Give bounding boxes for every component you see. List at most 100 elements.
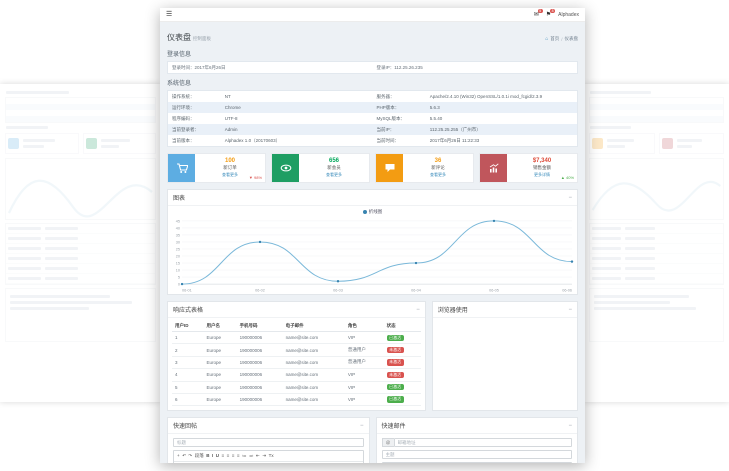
view-more-link[interactable]: 查看更多 [222, 172, 238, 178]
table-cell: 4 [172, 369, 203, 381]
rich-text-editor: +↶↷段落BIU≡≡≡≡≔≕⇤⇥Tx 0 WORDS [382, 462, 573, 463]
stat-label: 新会员 [327, 165, 341, 171]
login-info-bar: 登录时间：2017年6月26日 登录IP：112.25.26.235 [167, 61, 578, 74]
numbered-list-button[interactable]: ≕ [249, 453, 254, 458]
view-more-link[interactable]: 查看更多 [430, 172, 446, 178]
notifications-badge: 8 [550, 9, 555, 14]
breadcrumb: ⌂ 首页 / 仪表盘 [545, 36, 578, 42]
redo-button[interactable]: ↷ [188, 453, 192, 458]
browser-panel-body [433, 318, 577, 404]
quick-post-title: 快速回帖 [173, 421, 197, 430]
chart-panel-title: 图表 [173, 193, 185, 202]
undo-button[interactable]: ↶ [182, 453, 186, 458]
svg-text:06-01: 06-01 [182, 289, 192, 293]
table-cell: 1 [172, 332, 203, 344]
home-icon: ⌂ [545, 36, 548, 42]
stat-card-orders: 100 新订单 查看更多 ▼ 98% [167, 153, 266, 183]
table-row: 5Europe190000006name@site.comVIP已激活 [172, 381, 421, 393]
stat-value: 100 [225, 158, 235, 164]
chart-panel: 图表 − 折线图 05101520253035404506-0106-0206-… [167, 189, 578, 295]
subject-input[interactable] [382, 450, 573, 459]
notifications-icon[interactable]: ⚑8 [546, 12, 551, 18]
italic-button[interactable]: I [212, 453, 213, 458]
outdent-button[interactable]: ⇤ [256, 453, 260, 458]
email-address-input[interactable] [394, 438, 573, 447]
sidebar-toggle-icon[interactable]: ☰ [166, 11, 172, 18]
table-cell: name@site.com [283, 344, 345, 356]
indent-button[interactable]: ⇥ [262, 453, 266, 458]
data-point [337, 280, 339, 282]
comment-icon [376, 154, 403, 182]
table-row: 4Europe190000006name@site.comVIP未激活 [172, 369, 421, 381]
breadcrumb-home[interactable]: 首页 [550, 36, 559, 42]
collapse-button[interactable]: − [568, 423, 572, 429]
svg-text:06-06: 06-06 [562, 289, 572, 293]
table-cell: VIP [345, 369, 384, 381]
legend-dot [363, 210, 367, 214]
bullet-list-button[interactable]: ≔ [242, 453, 247, 458]
login-info-heading: 登录信息 [167, 49, 578, 58]
table-cell: 6 [172, 393, 203, 405]
table-row: 3Europe190000006name@site.com普通用户未激活 [172, 356, 421, 368]
status-badge: 已激活 [387, 335, 404, 341]
chart-legend: 折线图 [168, 206, 577, 216]
stat-value: 656 [329, 158, 339, 164]
quick-post-panel: 快速回帖 − +↶↷段落BIU≡≡≡≡≔≕⇤⇥Tx 0 WORDS 发送 [167, 417, 370, 463]
table-cell: 普通用户 [345, 356, 384, 368]
underline-button[interactable]: U [216, 453, 219, 458]
svg-text:5: 5 [178, 275, 180, 279]
svg-text:06-05: 06-05 [489, 289, 499, 293]
align-left-button[interactable]: ≡ [221, 453, 224, 458]
table-cell: 190000006 [237, 369, 283, 381]
system-info-heading: 系统信息 [167, 78, 578, 87]
align-justify-button[interactable]: ≡ [237, 453, 240, 458]
members-table-head-row: 用户ID用户名手机号码电子邮件角色状态 [172, 320, 421, 332]
stat-delta: ▲ 40% [561, 175, 574, 180]
messages-icon[interactable]: ✉5 [534, 12, 539, 18]
table-cell: name@site.com [283, 393, 345, 405]
stat-label: 新评论 [431, 165, 445, 171]
username[interactable]: Alphadex [558, 12, 579, 18]
editor-content-area[interactable] [174, 462, 363, 463]
format-select[interactable]: 段落 [195, 453, 204, 458]
members-table-body: 1Europe190000006name@site.comVIP已激活2Euro… [172, 332, 421, 406]
column-header: 用户名 [203, 320, 236, 332]
clear-format-button[interactable]: Tx [269, 453, 274, 458]
bold-button[interactable]: B [206, 453, 209, 458]
align-center-button[interactable]: ≡ [227, 453, 230, 458]
stat-value: 36 [435, 158, 442, 164]
view-more-link[interactable]: 查看更多 [326, 172, 342, 178]
column-header: 角色 [345, 320, 384, 332]
sysinfo-row: 运行环境：ChromePHP版本：5.6.3 [168, 102, 578, 113]
cart-icon [168, 154, 195, 182]
page-title: 仪表盘 [167, 33, 191, 42]
breadcrumb-current: 仪表盘 [565, 36, 579, 42]
stat-label: 新订单 [223, 165, 237, 171]
table-cell: name@site.com [283, 381, 345, 393]
eye-icon [272, 154, 299, 182]
status-badge: 已激活 [387, 396, 404, 402]
collapse-button[interactable]: − [568, 307, 572, 313]
messages-badge: 5 [538, 9, 543, 14]
table-cell: Europe [203, 381, 236, 393]
background-window-left [0, 84, 161, 402]
post-title-input[interactable] [173, 438, 364, 447]
add-button[interactable]: + [177, 453, 180, 458]
stat-card-comments: 36 新评论 查看更多 [375, 153, 474, 183]
table-cell: 普通用户 [345, 344, 384, 356]
align-right-button[interactable]: ≡ [232, 453, 235, 458]
top-navbar: ☰ ✉5 ⚑8 Alphadex [160, 8, 585, 22]
collapse-button[interactable]: − [416, 307, 420, 313]
data-point [571, 260, 573, 262]
table-row: 2Europe190000006name@site.com普通用户未激活 [172, 344, 421, 356]
collapse-button[interactable]: − [360, 423, 364, 429]
collapse-button[interactable]: − [568, 195, 572, 201]
data-point [181, 283, 183, 285]
svg-text:06-03: 06-03 [333, 289, 343, 293]
view-more-link[interactable]: 更多详情 [534, 172, 550, 178]
legend-label: 折线图 [369, 209, 383, 215]
table-cell: 3 [172, 356, 203, 368]
table-cell: 190000006 [237, 356, 283, 368]
table-cell: VIP [345, 332, 384, 344]
members-table-panel: 响应式表格 − 用户ID用户名手机号码电子邮件角色状态 1Europe19000… [167, 301, 426, 411]
